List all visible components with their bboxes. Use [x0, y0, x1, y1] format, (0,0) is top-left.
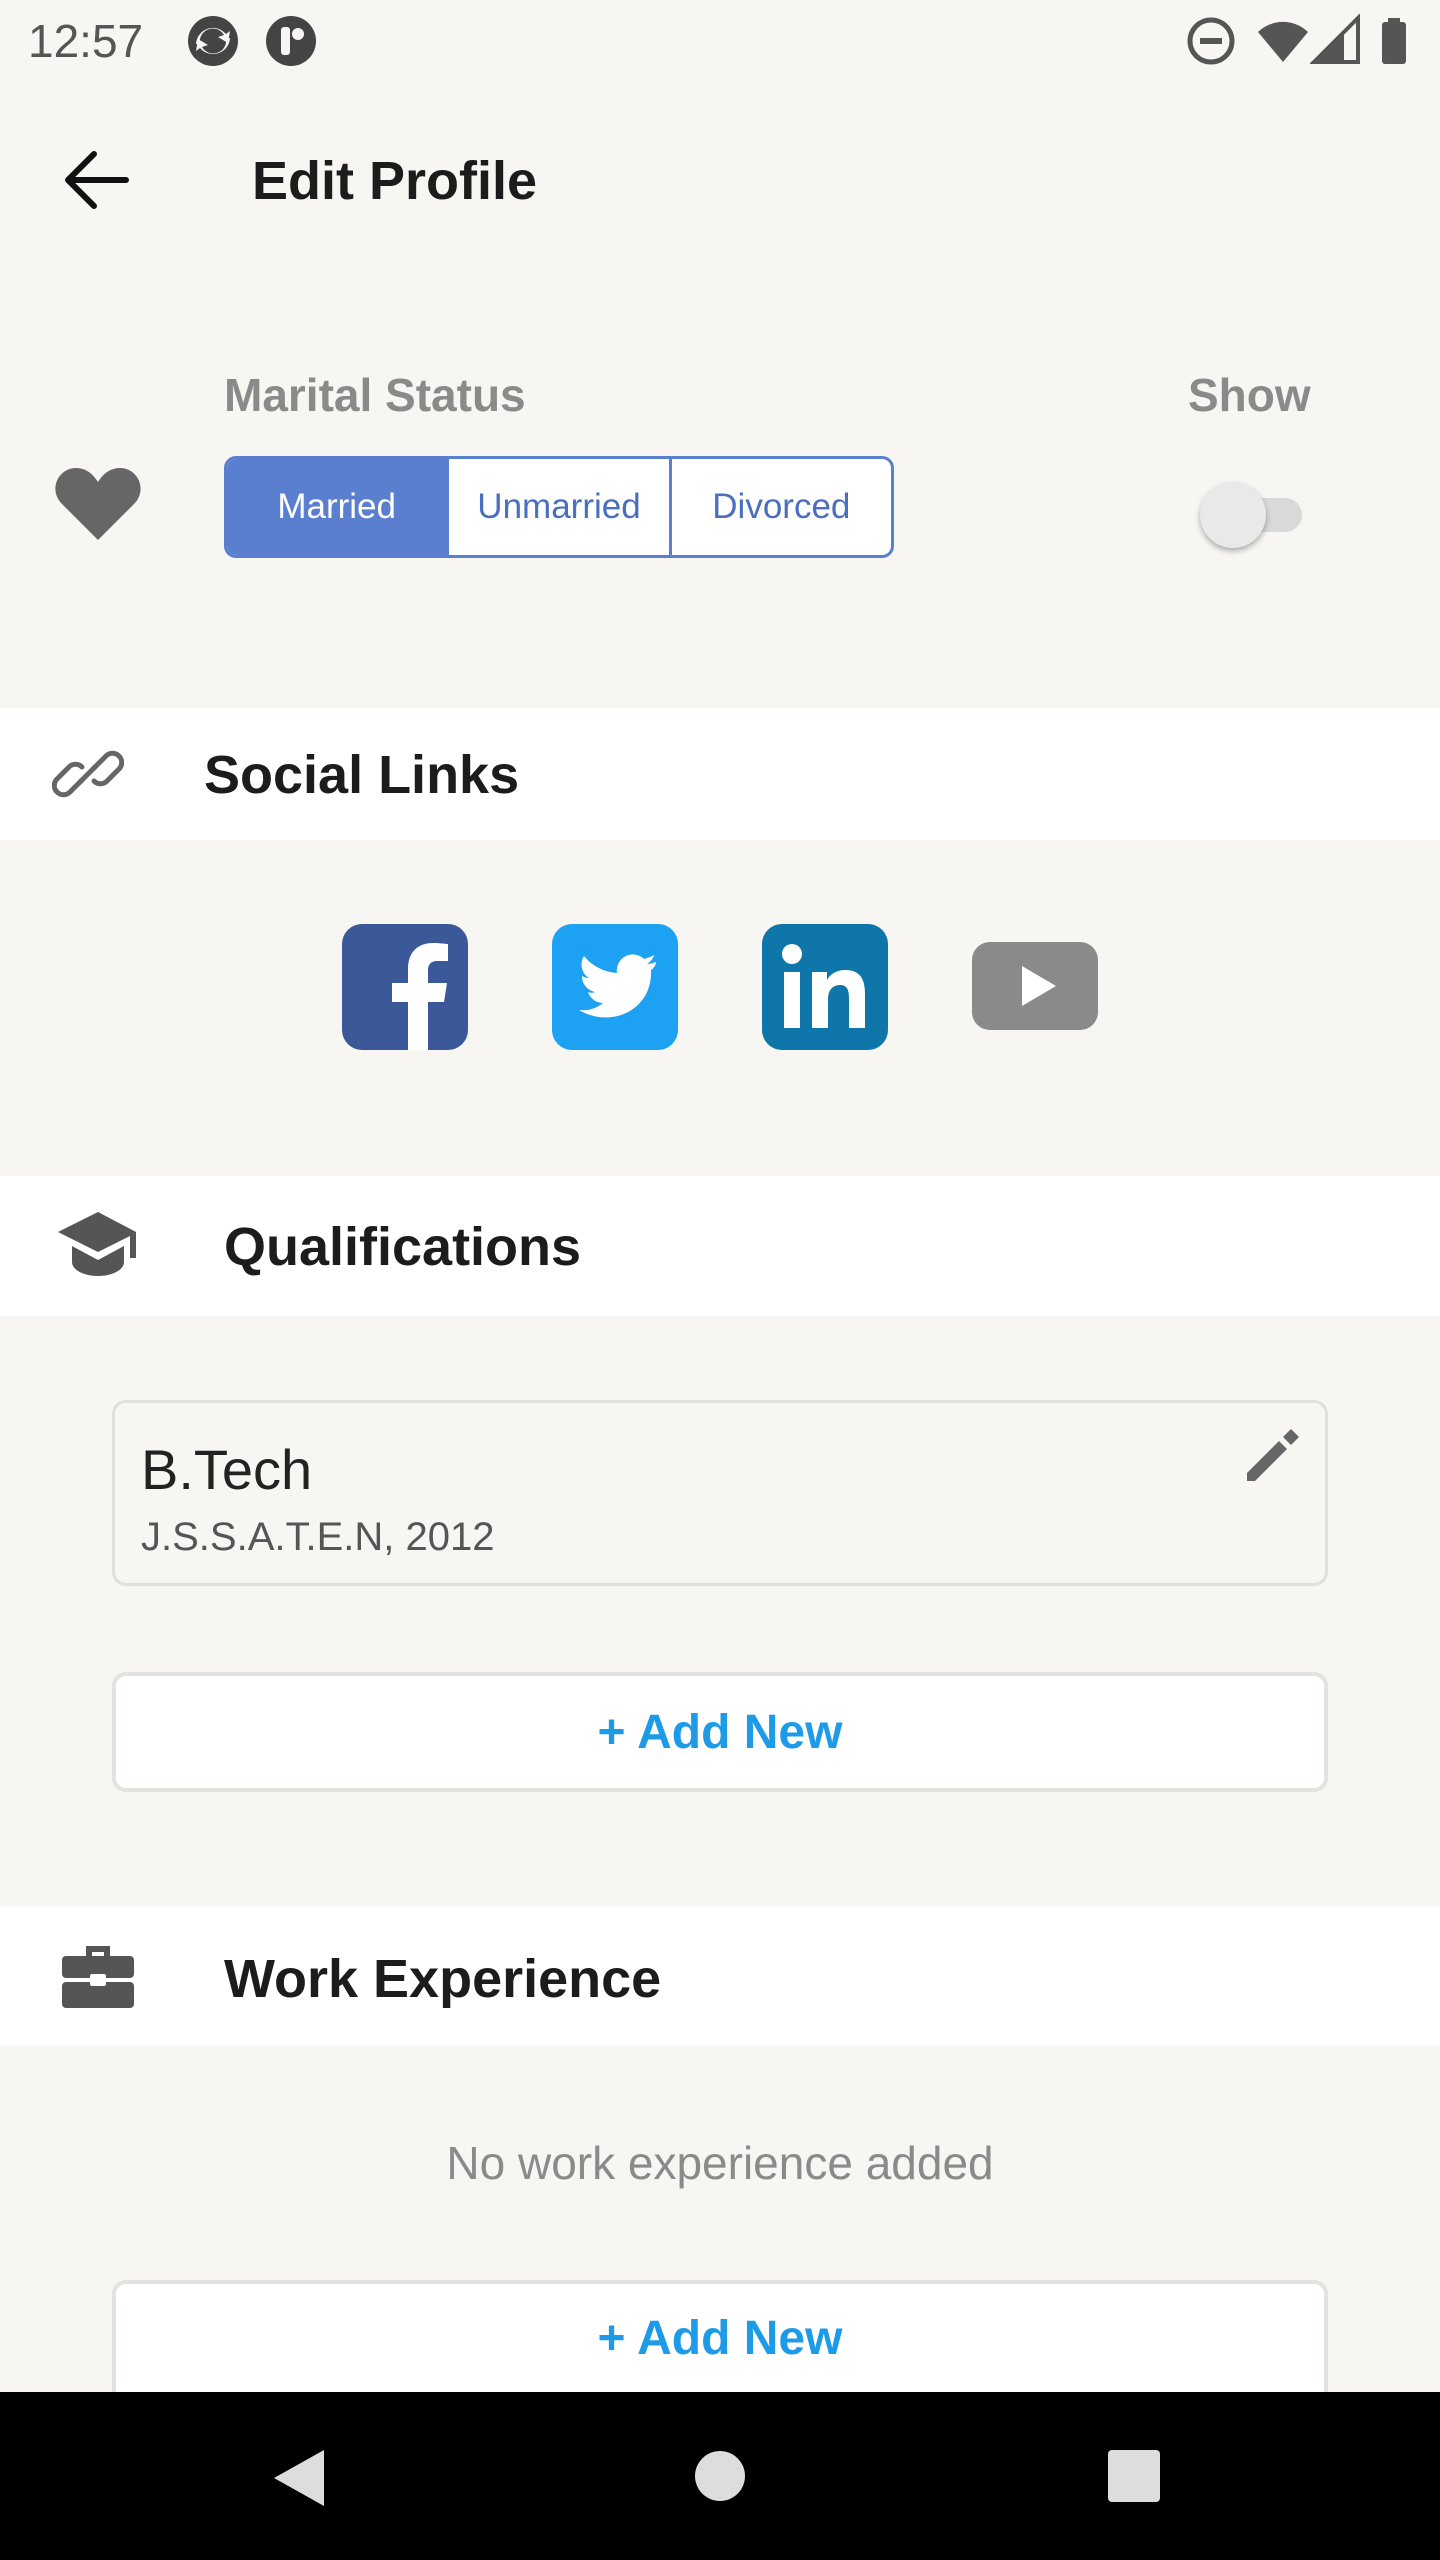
option-unmarried[interactable]: Unmarried: [446, 459, 668, 555]
briefcase-icon: [62, 1946, 134, 2008]
app-notification-icon: [188, 16, 238, 66]
marital-status-segmented-control: Married Unmarried Divorced: [224, 456, 894, 558]
qualification-detail: J.S.S.A.T.E.N, 2012: [141, 1515, 495, 1559]
back-arrow-icon[interactable]: [60, 148, 132, 212]
work-experience-title: Work Experience: [224, 1949, 662, 2009]
marital-status-label: Marital Status: [224, 369, 526, 421]
heart-icon: [55, 468, 141, 540]
show-label: Show: [1188, 369, 1311, 421]
add-qualification-button[interactable]: + Add New: [112, 1672, 1328, 1792]
work-empty-text: No work experience added: [446, 2137, 994, 2189]
status-time: 12:57: [28, 15, 144, 67]
option-married[interactable]: Married: [227, 459, 447, 555]
show-marital-toggle[interactable]: [1196, 474, 1320, 550]
graduation-cap-icon: [58, 1212, 136, 1276]
qualification-degree: B.Tech: [141, 1438, 313, 1501]
youtube-icon[interactable]: [972, 924, 1098, 1050]
app-notification-icon-2: [266, 16, 316, 66]
add-work-experience-button[interactable]: + Add New: [112, 2280, 1328, 2392]
qualifications-title: Qualifications: [224, 1217, 582, 1277]
linkedin-icon[interactable]: [762, 924, 888, 1050]
work-experience-header: Work Experience: [0, 1906, 1440, 2046]
nav-home-icon[interactable]: [694, 2450, 746, 2502]
option-divorced[interactable]: Divorced: [668, 459, 891, 555]
link-icon: [52, 750, 124, 798]
toggle-thumb: [1200, 482, 1266, 548]
facebook-icon[interactable]: [342, 924, 468, 1050]
nav-back-icon[interactable]: [270, 2446, 330, 2510]
social-links-title: Social Links: [204, 745, 520, 805]
navigation-bar: [0, 2392, 1440, 2560]
nav-recents-icon[interactable]: [1108, 2450, 1160, 2502]
page-title: Edit Profile: [252, 151, 538, 211]
qualification-card: B.Tech J.S.S.A.T.E.N, 2012: [112, 1400, 1328, 1586]
twitter-icon[interactable]: [552, 924, 678, 1050]
social-links-header: Social Links: [0, 708, 1440, 840]
qualifications-header: Qualifications: [0, 1176, 1440, 1316]
battery-icon: [1382, 18, 1406, 64]
status-bar: 12:57: [0, 0, 1440, 84]
signal-icon: [1310, 14, 1360, 64]
wifi-icon: [1258, 21, 1308, 62]
dnd-icon: [1187, 17, 1235, 65]
edit-pencil-icon[interactable]: [1239, 1425, 1303, 1489]
